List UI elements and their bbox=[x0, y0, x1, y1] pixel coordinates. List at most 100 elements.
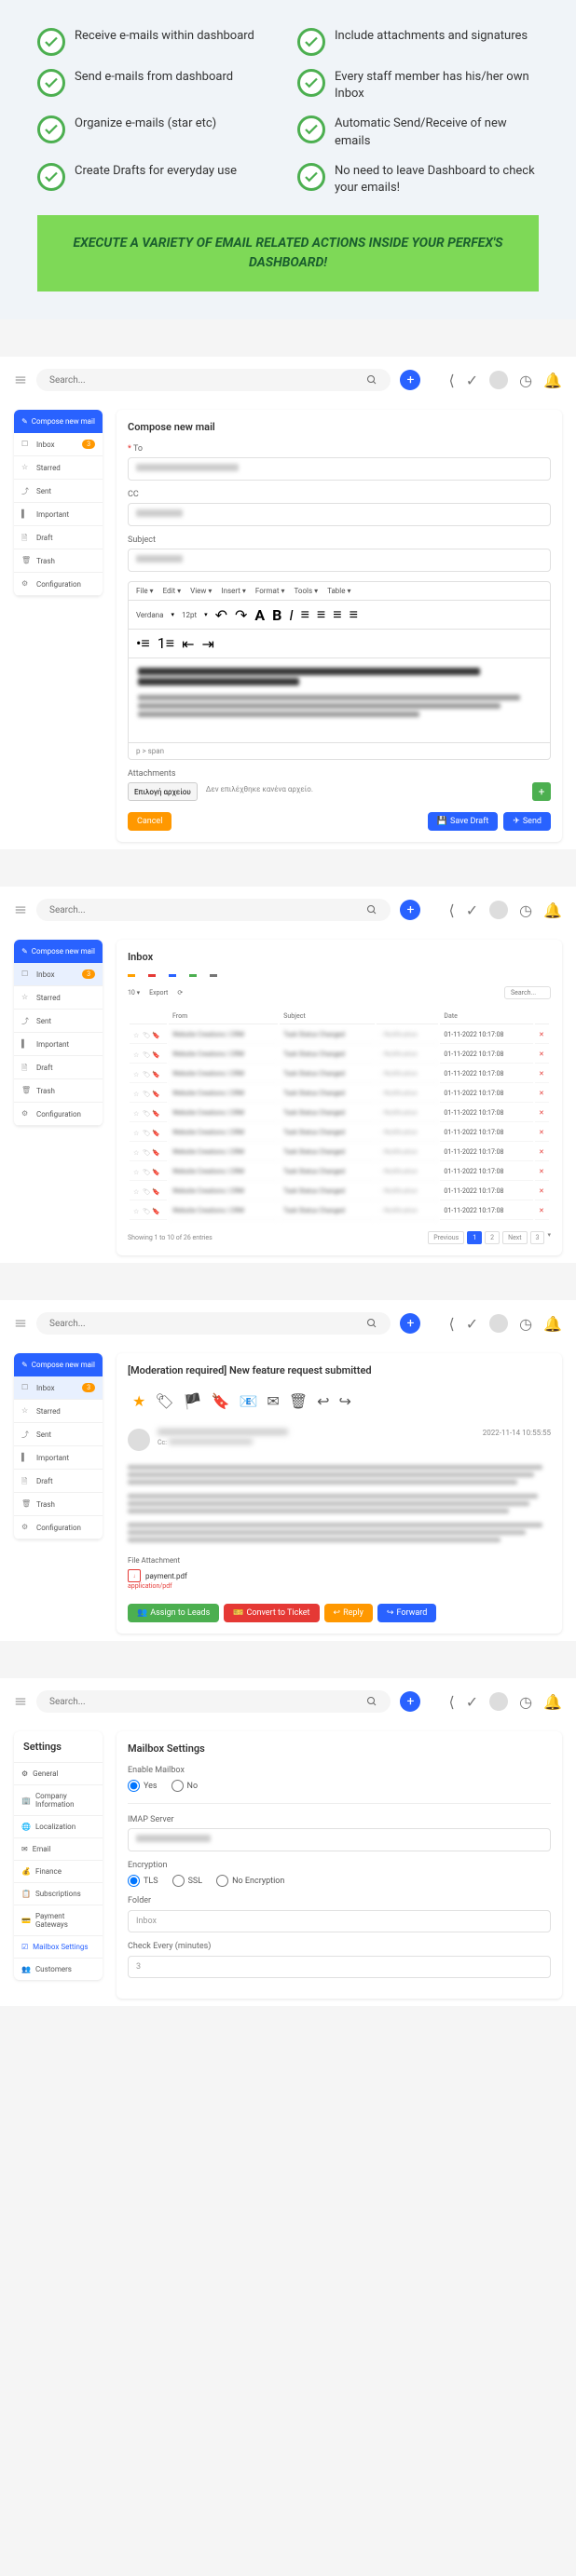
size-select[interactable]: 12pt bbox=[182, 611, 197, 619]
sidebar-item-inbox[interactable]: ☐Inbox3 bbox=[14, 963, 103, 986]
refresh-icon[interactable]: ⟳ bbox=[177, 989, 183, 997]
enable-no[interactable]: No bbox=[171, 1780, 199, 1792]
enc-none[interactable]: No Encryption bbox=[216, 1875, 284, 1887]
page-1[interactable]: 1 bbox=[467, 1231, 482, 1244]
sidebar-item-trash[interactable]: 🗑Trash bbox=[14, 1079, 103, 1103]
table-row[interactable]: ☆🏷🔖Website Creations | CRMTask Status Ch… bbox=[130, 1026, 549, 1044]
menu-insert[interactable]: Insert ▾ bbox=[221, 587, 246, 595]
reply-icon[interactable]: ↩ bbox=[317, 1392, 329, 1410]
mail-open-icon[interactable]: 📧 bbox=[240, 1392, 258, 1410]
sidebar-item-configuration[interactable]: ⚙Configuration bbox=[14, 573, 103, 596]
add-button[interactable]: + bbox=[400, 370, 420, 390]
compose-button[interactable]: ✎ Compose new mail bbox=[14, 940, 103, 963]
add-attachment-button[interactable]: + bbox=[532, 782, 551, 801]
add-button[interactable]: + bbox=[400, 900, 420, 920]
avatar[interactable] bbox=[489, 371, 508, 389]
sidebar-item-trash[interactable]: 🗑Trash bbox=[14, 549, 103, 573]
settings-item-company information[interactable]: 🏢Company Information bbox=[14, 1784, 103, 1815]
sidebar-item-inbox[interactable]: ☐Inbox3 bbox=[14, 433, 103, 456]
compose-button[interactable]: ✎ Compose new mail bbox=[14, 1353, 103, 1376]
to-input[interactable] bbox=[128, 457, 551, 481]
settings-item-customers[interactable]: 👥Customers bbox=[14, 1958, 103, 1980]
menu-icon[interactable] bbox=[14, 373, 27, 386]
ol-icon[interactable]: 1≡ bbox=[158, 634, 174, 653]
sidebar-item-sent[interactable]: ⤴Sent bbox=[14, 1423, 103, 1446]
menu-edit[interactable]: Edit ▾ bbox=[163, 587, 182, 595]
sidebar-item-starred[interactable]: ☆Starred bbox=[14, 1400, 103, 1423]
table-row[interactable]: ☆🏷🔖Website Creations | CRMTask Status Ch… bbox=[130, 1065, 549, 1083]
sidebar-item-sent[interactable]: ⤴Sent bbox=[14, 480, 103, 503]
bookmark-icon[interactable]: 🏷 bbox=[155, 1392, 173, 1410]
sidebar-item-draft[interactable]: 🗎Draft bbox=[14, 526, 103, 549]
sidebar-item-configuration[interactable]: ⚙Configuration bbox=[14, 1103, 103, 1126]
italic-icon[interactable]: I bbox=[289, 606, 293, 624]
redo-icon[interactable]: ↷ bbox=[235, 606, 247, 624]
enc-tls[interactable]: TLS bbox=[128, 1875, 158, 1887]
table-search[interactable] bbox=[504, 986, 551, 999]
reply-button[interactable]: ↩ Reply bbox=[324, 1604, 373, 1622]
editor-menubar[interactable]: File ▾ Edit ▾ View ▾ Insert ▾ Format ▾ Tools … bbox=[129, 582, 550, 601]
star-icon[interactable]: ★ bbox=[132, 1392, 145, 1410]
menu-icon[interactable] bbox=[14, 1695, 27, 1708]
next-button[interactable]: Next bbox=[502, 1231, 527, 1244]
table-row[interactable]: ☆🏷🔖Website Creations | CRMTask Status Ch… bbox=[130, 1085, 549, 1103]
sidebar-item-draft[interactable]: 🗎Draft bbox=[14, 1470, 103, 1493]
rich-editor[interactable]: File ▾ Edit ▾ View ▾ Insert ▾ Format ▾ Tools … bbox=[128, 581, 551, 760]
prev-button[interactable]: Previous bbox=[428, 1231, 464, 1244]
sidebar-item-configuration[interactable]: ⚙Configuration bbox=[14, 1516, 103, 1539]
align-left-icon[interactable]: ≡ bbox=[301, 605, 309, 624]
enc-ssl[interactable]: SSL bbox=[172, 1875, 203, 1887]
settings-item-mailbox settings[interactable]: ☑Mailbox Settings bbox=[14, 1935, 103, 1958]
share-icon[interactable]: ⟨ bbox=[448, 372, 454, 389]
sidebar-item-trash[interactable]: 🗑Trash bbox=[14, 1493, 103, 1516]
save-draft-button[interactable]: 💾 Save Draft bbox=[428, 812, 498, 831]
flag-icon[interactable]: 🏴 bbox=[184, 1392, 202, 1410]
undo-icon[interactable]: ↶ bbox=[215, 606, 227, 624]
indent-icon[interactable]: ⇥ bbox=[201, 635, 213, 653]
align-right-icon[interactable]: ≡ bbox=[333, 605, 341, 624]
align-center-icon[interactable]: ≡ bbox=[317, 605, 325, 624]
editor-toolbar[interactable]: Verdana▾ 12pt▾ ↶ ↷ A B I ≡ ≡ ≡ ≡ bbox=[129, 601, 550, 630]
table-row[interactable]: ☆🏷🔖Website Creations | CRMTask Status Ch… bbox=[130, 1046, 549, 1064]
search-box[interactable] bbox=[36, 369, 391, 391]
send-button[interactable]: ✈ Send bbox=[503, 812, 551, 831]
settings-item-subscriptions[interactable]: 📋Subscriptions bbox=[14, 1882, 103, 1905]
clock-icon[interactable]: ◷ bbox=[519, 372, 532, 389]
sidebar-item-starred[interactable]: ☆Starred bbox=[14, 456, 103, 480]
menu-file[interactable]: File ▾ bbox=[136, 587, 154, 595]
bell-icon[interactable]: 🔔 bbox=[543, 372, 562, 389]
menu-view[interactable]: View ▾ bbox=[190, 587, 212, 595]
menu-icon[interactable] bbox=[14, 1317, 27, 1330]
sidebar-item-important[interactable]: ▌Important bbox=[14, 503, 103, 526]
cancel-button[interactable]: Cancel bbox=[128, 812, 171, 831]
table-row[interactable]: ☆🏷🔖Website Creations | CRMTask Status Ch… bbox=[130, 1183, 549, 1200]
color-icon[interactable]: A bbox=[254, 606, 265, 624]
settings-item-general[interactable]: ⚙General bbox=[14, 1762, 103, 1784]
check-icon[interactable]: ✓ bbox=[466, 372, 478, 389]
menu-tools[interactable]: Tools ▾ bbox=[295, 587, 319, 595]
table-row[interactable]: ☆🏷🔖Website Creations | CRMTask Status Ch… bbox=[130, 1163, 549, 1181]
settings-item-localization[interactable]: 🌐Localization bbox=[14, 1815, 103, 1837]
sidebar-item-important[interactable]: ▌Important bbox=[14, 1033, 103, 1056]
sidebar-item-important[interactable]: ▌Important bbox=[14, 1446, 103, 1470]
settings-item-email[interactable]: ✉Email bbox=[14, 1837, 103, 1860]
ul-icon[interactable]: •≡ bbox=[136, 634, 150, 653]
file-select-button[interactable]: Επιλογή αρχείου bbox=[128, 782, 198, 801]
sidebar-item-inbox[interactable]: ☐Inbox3 bbox=[14, 1376, 103, 1400]
settings-item-finance[interactable]: 💰Finance bbox=[14, 1860, 103, 1882]
forward-button[interactable]: ↪ Forward bbox=[377, 1604, 436, 1622]
search-box[interactable] bbox=[36, 899, 391, 921]
page-2[interactable]: 2 bbox=[485, 1231, 500, 1244]
export-button[interactable]: Export bbox=[149, 989, 168, 997]
search-input[interactable] bbox=[49, 375, 366, 386]
subject-input[interactable] bbox=[128, 549, 551, 572]
menu-table[interactable]: Table ▾ bbox=[327, 587, 350, 595]
menu-format[interactable]: Format ▾ bbox=[255, 587, 285, 595]
table-row[interactable]: ☆🏷🔖Website Creations | CRMTask Status Ch… bbox=[130, 1124, 549, 1142]
sidebar-item-draft[interactable]: 🗎Draft bbox=[14, 1056, 103, 1079]
compose-button[interactable]: ✎ Compose new mail bbox=[14, 410, 103, 433]
assign-button[interactable]: 👥 Assign to Leads bbox=[128, 1604, 219, 1622]
outdent-icon[interactable]: ⇤ bbox=[182, 635, 194, 653]
sidebar-item-starred[interactable]: ☆Starred bbox=[14, 986, 103, 1010]
sidebar-item-sent[interactable]: ⤴Sent bbox=[14, 1010, 103, 1033]
